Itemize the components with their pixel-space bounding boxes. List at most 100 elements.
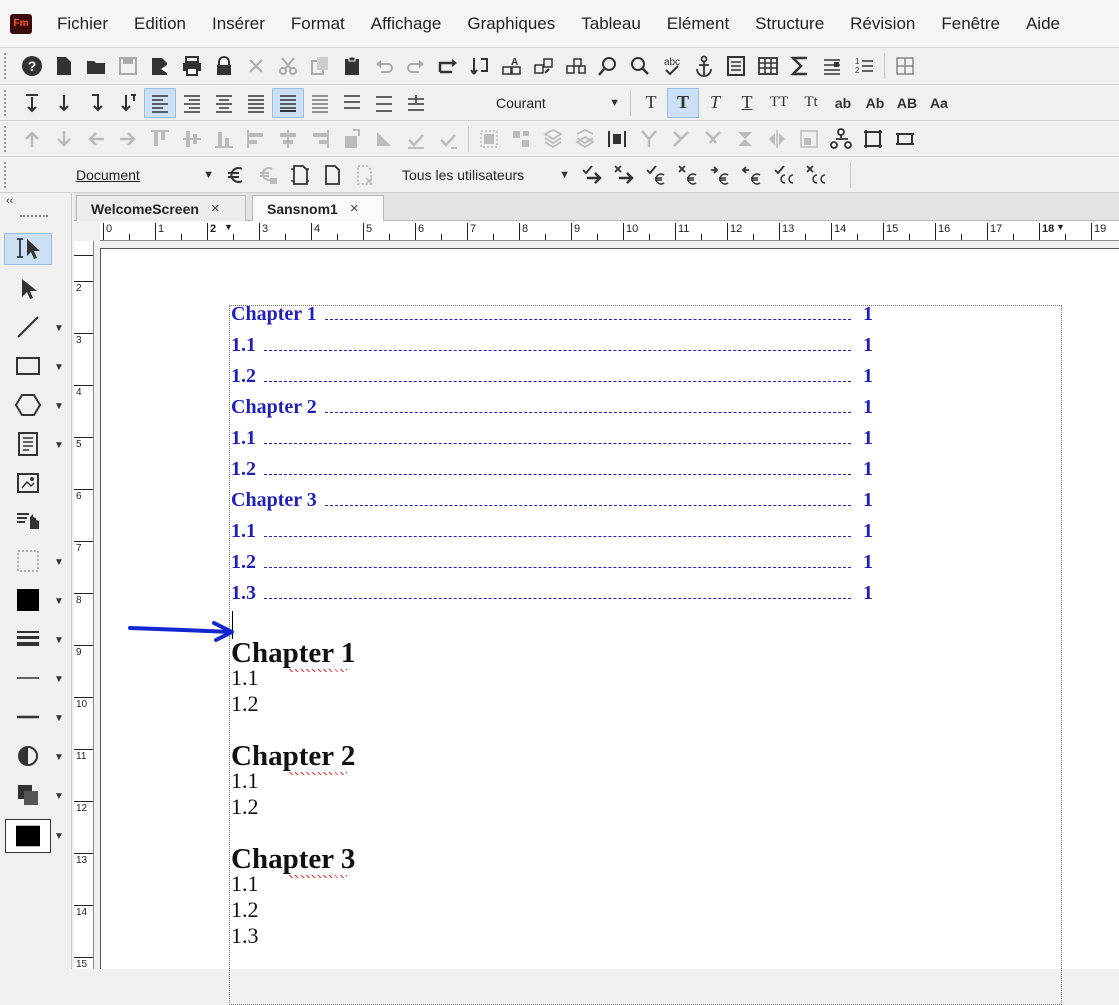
toolbar-grip[interactable]	[4, 53, 10, 79]
tab-stop-icon[interactable]	[272, 87, 304, 118]
dash-pattern-icon[interactable]	[4, 701, 52, 733]
arrow-left-icon[interactable]	[80, 124, 112, 154]
line-end-icon[interactable]	[4, 662, 52, 694]
rotate-icon[interactable]	[336, 124, 368, 154]
mirror-icon[interactable]	[761, 124, 793, 154]
align-bottom-icon[interactable]	[208, 124, 240, 154]
paragraph-format-select[interactable]: Courant ▼	[490, 90, 626, 116]
section-text[interactable]: 1.1	[231, 665, 259, 691]
toc-entry[interactable]: 1.1 1	[231, 334, 873, 357]
new-document-icon[interactable]	[48, 51, 80, 81]
chevron-down-icon[interactable]: ▼	[54, 674, 64, 685]
section-text[interactable]: 1.2	[231, 794, 259, 820]
accept-change-icon[interactable]	[640, 160, 672, 190]
panel-grip[interactable]	[20, 215, 48, 221]
vertical-ruler[interactable]: 2 3 4 5 6 7 8 9 10 11 12 13 14 15	[74, 241, 94, 970]
scale-icon[interactable]	[697, 124, 729, 154]
initial-caps-button[interactable]: Ab	[859, 88, 891, 118]
close-icon[interactable]: ×	[211, 200, 220, 217]
horizontal-ruler[interactable]: 0 1 2 3 4 5 6 7 8 9 10 11 12 13 14 15 16 17 18 19 ▼ ▼	[100, 221, 1119, 241]
ungroup-icon[interactable]	[505, 124, 537, 154]
rectangle-tool-icon[interactable]	[4, 350, 52, 382]
frame-fit-icon[interactable]	[857, 124, 889, 154]
chevron-down-icon[interactable]: ▼	[54, 831, 64, 842]
paste-icon[interactable]	[336, 51, 368, 81]
show-changes-icon[interactable]	[348, 160, 380, 190]
section-text[interactable]: 1.1	[231, 768, 259, 794]
accept-next-icon[interactable]	[704, 160, 736, 190]
align-justify-icon[interactable]	[240, 88, 272, 118]
next-change-icon[interactable]	[576, 160, 608, 190]
menu-structure[interactable]: Structure	[742, 0, 837, 48]
char-superscript-button[interactable]: TT	[763, 88, 795, 118]
repeat-icon[interactable]	[432, 51, 464, 81]
stroke-color-icon[interactable]	[5, 819, 51, 853]
section-text[interactable]: 1.1	[231, 871, 259, 897]
dashed-select-tool-icon[interactable]	[4, 545, 52, 577]
indent-marker-icon[interactable]: ▼	[224, 222, 233, 232]
char-underline-button[interactable]: T	[731, 88, 763, 118]
flip-left-right-icon[interactable]	[665, 124, 697, 154]
smart-select-tool-icon[interactable]	[4, 233, 52, 265]
uppercase-button[interactable]: AB	[891, 88, 923, 118]
flip-up-down-icon[interactable]	[633, 124, 665, 154]
line-spacing-icon[interactable]	[80, 88, 112, 118]
toolbar-grip[interactable]	[4, 161, 10, 188]
menu-aide[interactable]: Aide	[1013, 0, 1073, 48]
bullet-list-icon[interactable]	[816, 51, 848, 81]
line-width-icon[interactable]	[4, 623, 52, 655]
hyperlink-icon[interactable]	[560, 51, 592, 81]
toc-entry[interactable]: Chapter 3 1	[231, 489, 873, 512]
open-folder-icon[interactable]	[80, 51, 112, 81]
chevron-down-icon[interactable]: ▼	[54, 440, 64, 451]
copy-icon[interactable]	[304, 51, 336, 81]
undo-icon[interactable]	[368, 51, 400, 81]
bring-front-icon[interactable]	[537, 124, 569, 154]
menu-graphiques[interactable]: Graphiques	[454, 0, 568, 48]
char-subscript-button[interactable]: Tt	[795, 88, 827, 118]
anchor-icon[interactable]	[688, 51, 720, 81]
set-sides-icon[interactable]	[729, 124, 761, 154]
document-page[interactable]: Chapter 1 1 1.1 1 1.2 1 Chapter 2 1 1.1 1 1.2 1 Chap…	[100, 248, 1119, 1005]
variables-icon[interactable]: A	[496, 51, 528, 81]
line-tool-icon[interactable]	[4, 311, 52, 343]
text-frame-icon[interactable]	[720, 51, 752, 81]
toc-entry[interactable]: 1.2 1	[231, 458, 873, 481]
reshape-icon[interactable]	[368, 124, 400, 154]
delete-icon[interactable]	[240, 51, 272, 81]
reject-change-icon[interactable]	[672, 160, 704, 190]
space-above-icon[interactable]	[16, 88, 48, 118]
cut-icon[interactable]	[272, 51, 304, 81]
distribute-icon[interactable]	[601, 124, 633, 154]
line-spacing-double-icon[interactable]	[336, 88, 368, 118]
chevron-down-icon[interactable]: ▼	[54, 362, 64, 373]
polygon-tool-icon[interactable]	[4, 389, 52, 421]
reject-all-icon[interactable]	[800, 160, 832, 190]
equation-icon[interactable]	[784, 51, 816, 81]
track-changes-icon[interactable]	[220, 160, 252, 190]
collapse-panel-icon[interactable]: ‹‹	[6, 195, 13, 207]
chevron-down-icon[interactable]: ▼	[54, 713, 64, 724]
chevron-down-icon[interactable]: ▼	[54, 752, 64, 763]
document-select[interactable]: Document ▼	[70, 162, 220, 188]
align-center-objects-icon[interactable]	[272, 124, 304, 154]
find-replace-icon[interactable]	[592, 51, 624, 81]
frame-align-icon[interactable]	[889, 124, 921, 154]
menu-inserer[interactable]: Insérer	[199, 0, 278, 48]
toc-entry[interactable]: Chapter 1 1	[231, 303, 873, 326]
menu-element[interactable]: Elément	[654, 0, 742, 48]
tab-sansnom1[interactable]: Sansnom1 ×	[252, 195, 384, 221]
line-spacing-wide-icon[interactable]	[368, 88, 400, 118]
indent-marker-icon[interactable]: ▼	[1056, 222, 1065, 232]
line-spacing-single-icon[interactable]	[304, 88, 336, 118]
section-text[interactable]: 1.2	[231, 691, 259, 717]
align-left-objects-icon[interactable]	[240, 124, 272, 154]
arrow-right-icon[interactable]	[112, 124, 144, 154]
help-icon[interactable]: ?	[16, 51, 48, 81]
section-text[interactable]: 1.2	[231, 897, 259, 923]
numbered-list-icon[interactable]: 12	[848, 51, 880, 81]
layout-grid-icon[interactable]	[889, 51, 921, 81]
tint-icon[interactable]	[4, 740, 52, 772]
smooth-icon[interactable]	[400, 124, 432, 154]
overprint-icon[interactable]	[4, 779, 52, 811]
